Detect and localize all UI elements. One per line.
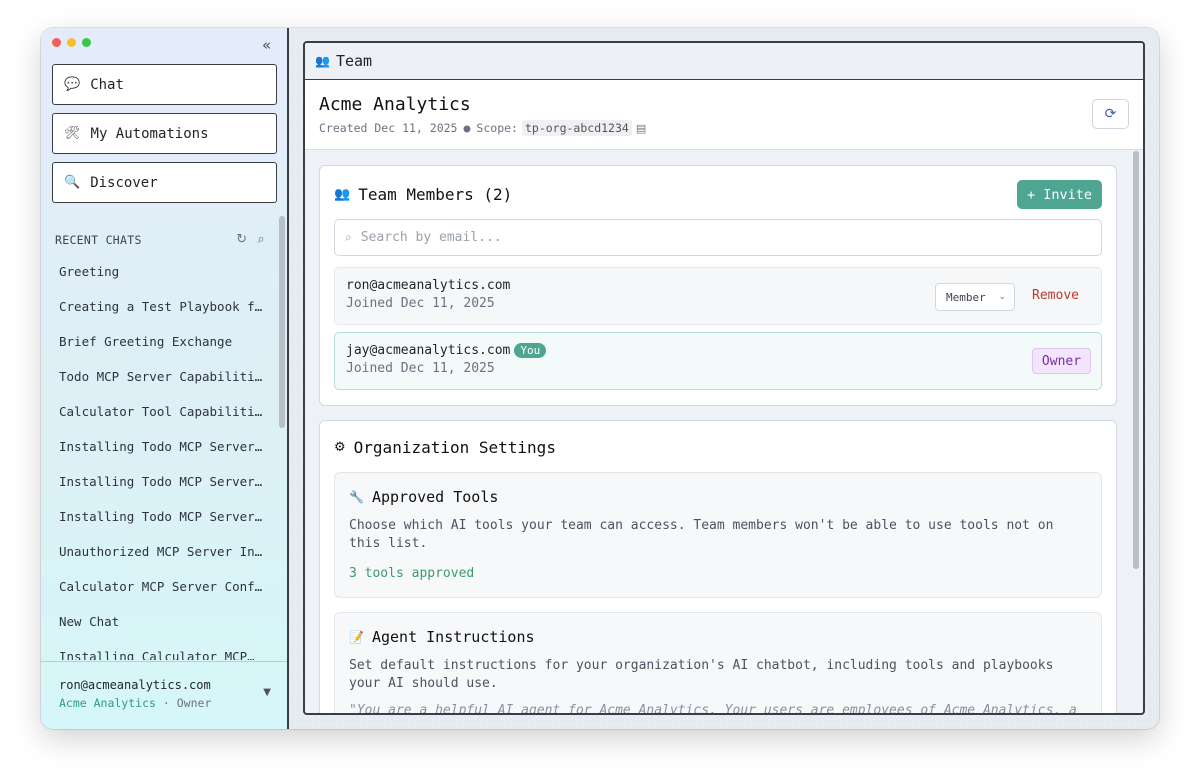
- chat-bubble-icon: 💬: [64, 77, 81, 92]
- main-scrollbar[interactable]: [1133, 151, 1139, 569]
- search-placeholder: Search by email...: [360, 230, 502, 245]
- recent-chats-header: RECENT CHATS ↻ ⌕: [55, 232, 265, 247]
- agent-instructions-heading: Agent Instructions: [371, 628, 535, 646]
- team-icon: 👥: [315, 54, 330, 68]
- scope-value: tp-org-abcd1234: [521, 120, 632, 136]
- org-settings-heading: Organization Settings: [353, 438, 556, 457]
- chevron-down-icon: ⌄: [998, 292, 1006, 302]
- approved-tools-section[interactable]: 🔧 Approved Tools Choose which AI tools y…: [334, 472, 1102, 598]
- org-header: Acme Analytics Created Dec 11, 2025 ● Sc…: [305, 80, 1143, 150]
- sidebar: « 💬 Chat 🛠 My Automations 🔍 Discover REC…: [41, 28, 289, 729]
- scope-label: Scope:: [476, 121, 518, 135]
- role-select-value: Member: [946, 290, 986, 304]
- approved-tools-title: 🔧 Approved Tools: [349, 488, 1087, 506]
- collapse-sidebar-icon[interactable]: «: [262, 36, 271, 54]
- team-members-card: 👥 Team Members (2) + Invite ⌕ Search by …: [319, 165, 1117, 406]
- agent-instructions-title: 📝 Agent Instructions: [349, 628, 1087, 646]
- organization-settings-card: ⚙ Organization Settings 🔧 Approved Tools…: [319, 420, 1117, 715]
- panel-title-bar: 👥 Team: [305, 43, 1143, 80]
- recent-chat-item[interactable]: Calculator MCP Server Conf…: [41, 569, 277, 604]
- recent-chat-item[interactable]: Installing Todo MCP Server…: [41, 429, 277, 464]
- approved-tools-description: Choose which AI tools your team can acce…: [349, 518, 1054, 551]
- refresh-button[interactable]: ⟳: [1092, 99, 1129, 129]
- member-row: ron@acmeanalytics.com Joined Dec 11, 202…: [334, 267, 1102, 325]
- chat-nav-label: Chat: [90, 76, 124, 93]
- recent-chat-item[interactable]: Todo MCP Server Capabiliti…: [41, 359, 277, 394]
- recent-chats-title: RECENT CHATS: [55, 232, 142, 247]
- recent-chat-item[interactable]: Installing Todo MCP Server…: [41, 464, 277, 499]
- search-icon: ⌕: [345, 230, 352, 244]
- magnifier-icon: 🔍: [64, 175, 81, 190]
- member-email: jay@acmeanalytics.com: [346, 343, 511, 358]
- org-meta: Created Dec 11, 2025 ● Scope: tp-org-abc…: [319, 120, 1143, 136]
- panel-title: Team: [335, 52, 373, 70]
- my-automations-nav-button[interactable]: 🛠 My Automations: [52, 113, 277, 154]
- remove-member-button[interactable]: Remove: [1032, 288, 1079, 303]
- recent-chat-item[interactable]: Installing Todo MCP Server…: [41, 499, 277, 534]
- minimize-window-button[interactable]: [67, 38, 76, 47]
- sidebar-scrollbar[interactable]: [279, 216, 285, 428]
- team-members-title: 👥 Team Members (2): [334, 185, 512, 204]
- role-select[interactable]: Member ⌄: [935, 283, 1015, 311]
- owner-badge: Owner: [1032, 348, 1091, 374]
- user-role: Owner: [176, 696, 212, 710]
- approved-tools-heading: Approved Tools: [371, 488, 499, 506]
- zoom-window-button[interactable]: [82, 38, 91, 47]
- recent-chat-item[interactable]: Calculator Tool Capabiliti…: [41, 394, 277, 429]
- recent-chat-item[interactable]: Unauthorized MCP Server In…: [41, 534, 277, 569]
- you-badge: You: [514, 343, 547, 358]
- approved-tools-count: 3 tools approved: [349, 566, 475, 581]
- user-email: ron@acmeanalytics.com: [59, 678, 211, 692]
- app-window: « 💬 Chat 🛠 My Automations 🔍 Discover REC…: [41, 28, 1159, 729]
- gear-icon: ⚙: [334, 440, 346, 455]
- team-panel: 👥 Team Acme Analytics Created Dec 11, 20…: [303, 41, 1145, 715]
- agent-instructions-description: Set default instructions for your organi…: [349, 658, 1054, 691]
- tools-icon: 🛠: [64, 126, 81, 141]
- agent-instructions-preview: "You are a helpful AI agent for Acme Ana…: [349, 703, 1077, 715]
- search-icon[interactable]: ⌕: [257, 232, 265, 247]
- refresh-icon[interactable]: ↻: [236, 232, 247, 247]
- user-menu[interactable]: ron@acmeanalytics.com Acme Analytics · O…: [41, 661, 287, 729]
- org-settings-title: ⚙ Organization Settings: [334, 438, 556, 457]
- discover-nav-button[interactable]: 🔍 Discover: [52, 162, 277, 203]
- main-area: 👥 Team Acme Analytics Created Dec 11, 20…: [289, 28, 1159, 729]
- team-members-heading: Team Members (2): [358, 185, 513, 204]
- agent-instructions-section[interactable]: 📝 Agent Instructions Set default instruc…: [334, 612, 1102, 715]
- recent-chats-list: Greeting Creating a Test Playbook f… Bri…: [41, 254, 277, 660]
- recent-chat-item[interactable]: Installing Calculator MCP…: [41, 639, 277, 660]
- invite-button[interactable]: + Invite: [1017, 180, 1102, 209]
- copy-icon[interactable]: ▤: [636, 122, 646, 135]
- member-search-input[interactable]: ⌕ Search by email...: [334, 219, 1102, 256]
- org-name: Acme Analytics: [319, 94, 471, 115]
- member-email-line: jay@acmeanalytics.com You: [346, 343, 1101, 358]
- window-controls: [52, 38, 91, 47]
- recent-chat-item[interactable]: Brief Greeting Exchange: [41, 324, 277, 359]
- org-created: Created Dec 11, 2025: [319, 121, 458, 135]
- chevron-down-icon[interactable]: ▼: [263, 687, 271, 698]
- wrench-icon: 🔧: [349, 490, 364, 504]
- recent-chat-item[interactable]: New Chat: [41, 604, 277, 639]
- close-window-button[interactable]: [52, 38, 61, 47]
- memo-icon: 📝: [349, 630, 364, 644]
- recent-chat-item[interactable]: Greeting: [41, 254, 277, 289]
- user-meta-separator: ·: [162, 696, 170, 710]
- chat-nav-button[interactable]: 💬 Chat: [52, 64, 277, 105]
- recent-chat-item[interactable]: Creating a Test Playbook f…: [41, 289, 277, 324]
- member-joined: Joined Dec 11, 2025: [346, 361, 495, 376]
- discover-nav-label: Discover: [90, 174, 158, 191]
- meta-bullet: ●: [463, 121, 471, 135]
- refresh-icon: ⟳: [1104, 106, 1117, 122]
- my-automations-nav-label: My Automations: [90, 125, 209, 142]
- user-org-role: Acme Analytics · Owner: [59, 696, 287, 710]
- panel-content: 👥 Team Members (2) + Invite ⌕ Search by …: [305, 150, 1143, 715]
- user-org: Acme Analytics: [59, 696, 156, 710]
- member-row: jay@acmeanalytics.com You Joined Dec 11,…: [334, 332, 1102, 390]
- team-icon: 👥: [334, 187, 351, 202]
